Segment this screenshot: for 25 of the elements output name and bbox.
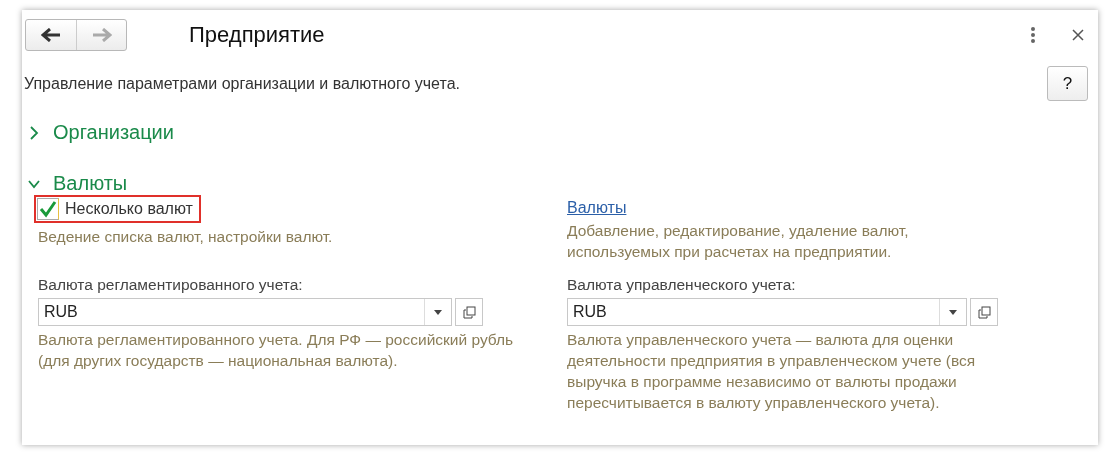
section-header[interactable]: Валюты	[27, 166, 128, 195]
caret-icon	[434, 309, 442, 315]
section-header[interactable]: Организации	[27, 115, 174, 150]
currency-field[interactable]: RUB	[38, 298, 452, 326]
help-button[interactable]: ?	[1047, 66, 1088, 101]
checkmark-icon	[39, 200, 57, 218]
field-label: Валюта регламентированного учета:	[38, 276, 304, 294]
hint-text: Ведение списка валют, настройки валют.	[38, 227, 334, 247]
hint-text: Валюта управленческого учета — валюта для оценки деятельности предприятия в управленческом учете (вся выручка в программе независимо от валюты продажи пересчитывается в валюту управленческого учета).	[567, 330, 977, 413]
multi-currency-checkbox[interactable]: Несколько валют	[37, 198, 193, 220]
close-icon[interactable]	[1072, 29, 1084, 41]
currency-field[interactable]: RUB	[567, 298, 967, 326]
hint-text: Добавление, редактирование, удаление валют, используемых при расчетах на предприятии.	[567, 221, 910, 262]
copy-icon	[462, 305, 476, 319]
window-title: Предприятие	[189, 22, 325, 48]
description-text: Управление параметрами организации и валютного учета.	[24, 74, 460, 93]
forward-arrow-icon	[91, 28, 112, 42]
copy-icon	[977, 305, 991, 319]
currencies-link[interactable]: Валюты	[567, 199, 627, 217]
more-icon[interactable]	[1030, 27, 1036, 43]
caret-icon	[949, 309, 957, 315]
field-label: Валюта управленческого учета:	[567, 276, 797, 294]
back-arrow-icon	[41, 28, 61, 42]
hint-text: Валюта регламентированного учета. Для РФ — российский рубль (для других государств — национальная валюта).	[38, 330, 515, 371]
chevron-right-icon	[27, 125, 41, 140]
